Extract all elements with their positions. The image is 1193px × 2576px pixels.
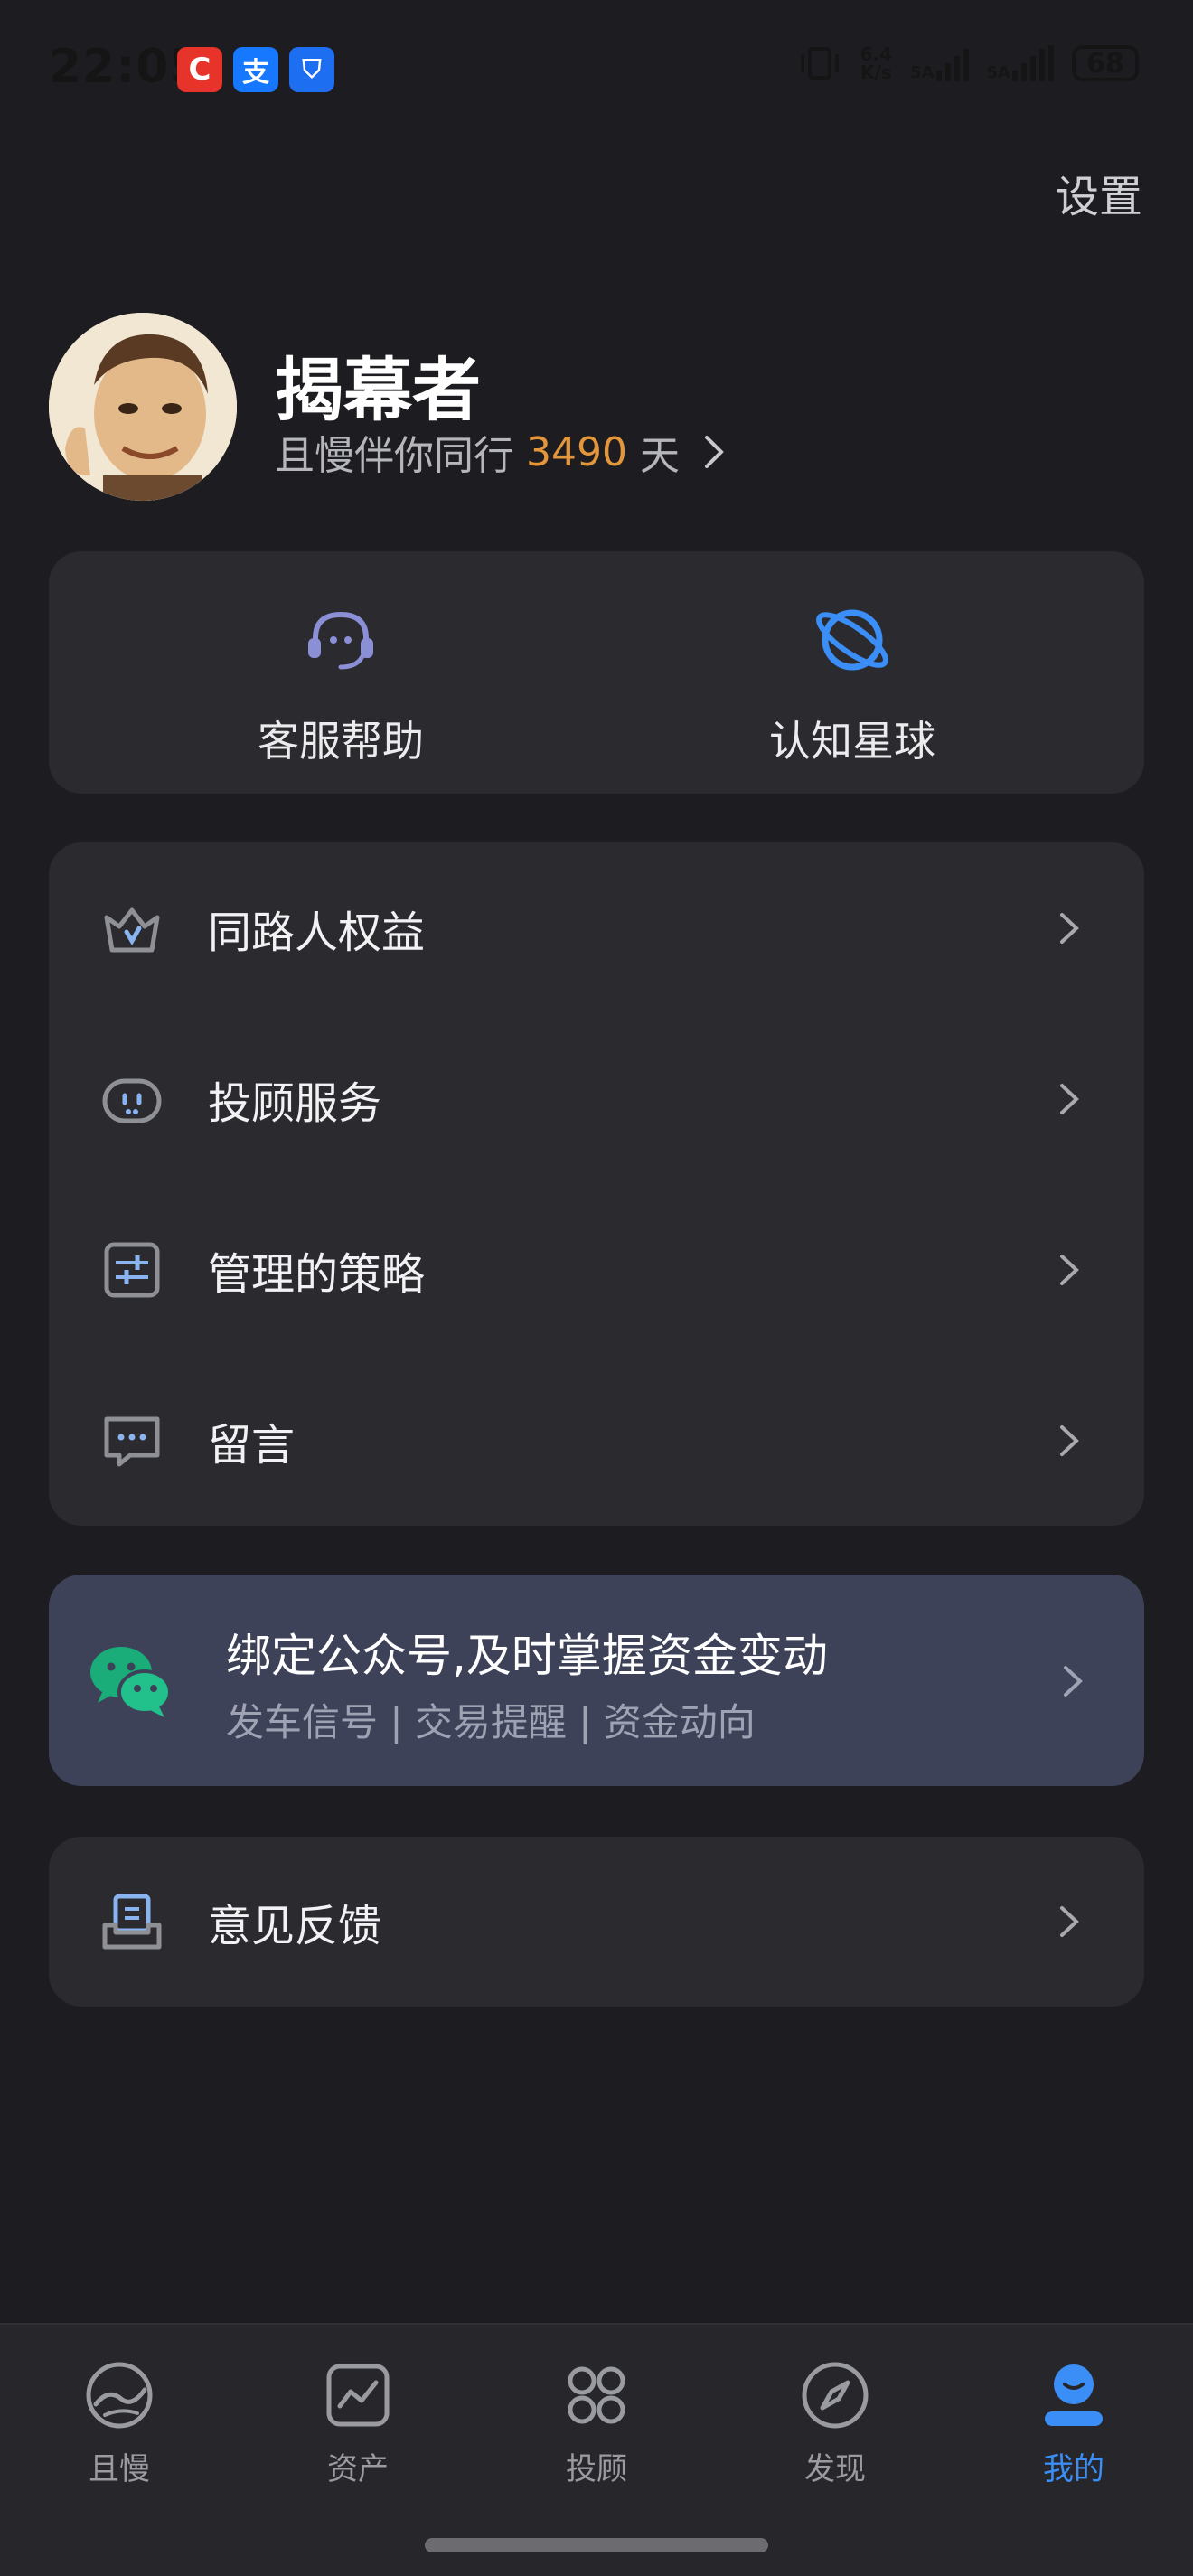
menu-label: 管理的策略 — [208, 1248, 426, 1300]
wechat-banner-subtitle: 发车信号 | 交易提醒 | 资金动向 — [226, 1700, 756, 1744]
tab-label: 且慢 — [89, 2451, 150, 2487]
menu-item-messages[interactable]: 留言 — [49, 1355, 1144, 1526]
menu-item-advisor-service[interactable]: 投顾服务 — [49, 1013, 1144, 1184]
chevron-right-icon — [1060, 1906, 1079, 1937]
battery-icon: 68 — [1072, 45, 1139, 81]
menu-item-feedback[interactable]: 意见反馈 — [49, 1837, 1144, 2007]
compass-icon — [802, 2362, 869, 2429]
signal-1: 5A — [910, 45, 969, 82]
tab-assets[interactable]: 资产 — [239, 2345, 477, 2507]
tab-mine[interactable]: 我的 — [954, 2345, 1193, 2507]
cognition-planet-label: 认知星球 — [769, 717, 935, 766]
wechat-banner-title: 绑定公众号,及时掌握资金变动 — [226, 1630, 828, 1682]
shield-app-icon: ⛉ — [289, 47, 334, 92]
tab-label: 发现 — [804, 2451, 866, 2487]
membership-days[interactable]: 且慢伴你同行 3490 天 — [275, 423, 727, 481]
menu-label: 同路人权益 — [208, 907, 426, 958]
status-indicators: 6.4 K/s 5A 5A 68 — [797, 45, 1139, 81]
profile-icon — [1045, 2364, 1103, 2426]
chevron-right-icon — [704, 436, 724, 468]
crown-icon — [104, 907, 160, 952]
tab-advisor[interactable]: 投顾 — [477, 2345, 716, 2507]
avatar-cartoon-icon — [49, 313, 237, 501]
customer-service-label: 客服帮助 — [258, 717, 424, 766]
home-indicator[interactable] — [425, 2538, 768, 2552]
qieman-logo-icon — [86, 2362, 153, 2429]
chart-icon — [326, 2364, 390, 2427]
menu-label: 投顾服务 — [208, 1077, 382, 1129]
wechat-icon — [90, 1647, 172, 1717]
tab-label: 我的 — [1043, 2451, 1104, 2487]
menu-label: 留言 — [208, 1419, 296, 1471]
menu-card: 同路人权益 投顾服务 管理的策略 留言 — [49, 842, 1144, 1526]
signal-2: 5A — [987, 45, 1054, 81]
quick-actions-card: 客服帮助 认知星球 — [49, 551, 1144, 794]
signal-1-label: 5A — [910, 63, 935, 82]
avatar[interactable] — [49, 313, 237, 501]
signal-bars-icon — [1012, 45, 1054, 81]
planet-icon — [816, 609, 888, 671]
subtitle-suffix: 天 — [639, 433, 680, 479]
cognition-planet-button[interactable]: 认知星球 — [596, 551, 1108, 794]
chevron-right-icon — [1064, 1666, 1083, 1697]
tab-label: 资产 — [327, 2451, 389, 2487]
feedback-icon — [102, 1894, 162, 1950]
tab-qieman[interactable]: 且慢 — [0, 2345, 239, 2507]
alipay-icon: 支 — [233, 47, 278, 92]
chevron-right-icon — [1060, 1254, 1079, 1285]
menu-item-managed-strategies[interactable]: 管理的策略 — [49, 1184, 1144, 1355]
chevron-right-icon — [1060, 1424, 1079, 1456]
feedback-card: 意见反馈 — [49, 1837, 1144, 2007]
menu-label: 意见反馈 — [208, 1901, 382, 1951]
wechat-bind-banner[interactable]: 绑定公众号,及时掌握资金变动 发车信号 | 交易提醒 | 资金动向 — [49, 1575, 1144, 1786]
signal-bars-icon — [935, 45, 969, 81]
subtitle-prefix: 且慢伴你同行 — [275, 433, 513, 479]
vibrate-icon — [800, 47, 839, 80]
network-speed: 6.4 K/s — [860, 43, 893, 83]
settings-button[interactable]: 设置 — [1056, 161, 1142, 224]
grid-icon — [568, 2366, 625, 2424]
tab-label: 投顾 — [566, 2451, 627, 2487]
c-app-icon: C — [177, 47, 222, 92]
days-count: 3490 — [526, 428, 627, 475]
message-icon — [104, 1416, 160, 1466]
username[interactable]: 揭幕者 — [275, 334, 481, 434]
chevron-right-icon — [1060, 912, 1079, 944]
customer-service-button[interactable]: 客服帮助 — [85, 551, 596, 794]
headset-icon — [308, 611, 373, 670]
chevron-right-icon — [1060, 1083, 1079, 1114]
sliders-icon — [104, 1242, 160, 1297]
signal-2-label: 5A — [986, 63, 1010, 82]
advisor-face-icon — [102, 1078, 162, 1123]
tab-discover[interactable]: 发现 — [716, 2345, 954, 2507]
menu-item-fellow-benefits[interactable]: 同路人权益 — [49, 842, 1144, 1013]
